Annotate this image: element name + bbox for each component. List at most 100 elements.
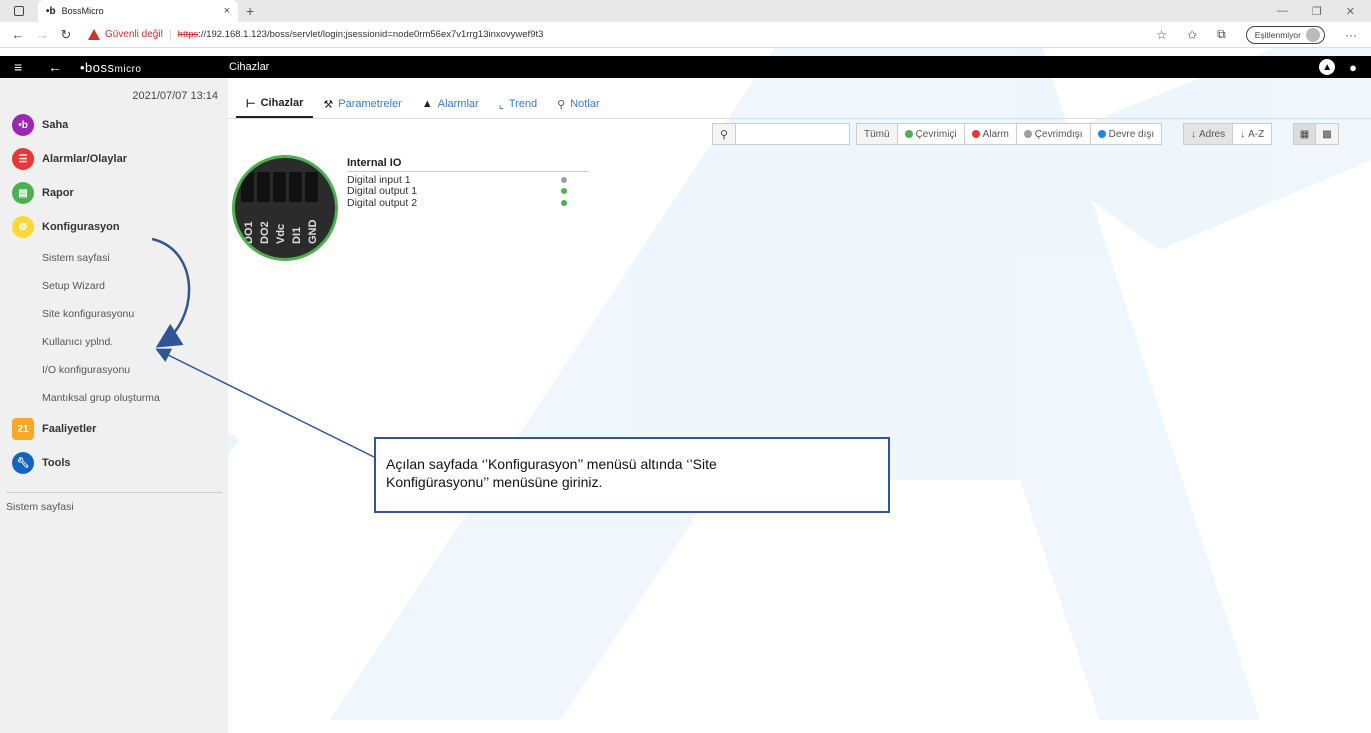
tab-trend[interactable]: ⌞ Trend [489, 90, 547, 118]
tab-label: Notlar [570, 98, 600, 110]
close-window-icon[interactable]: ✕ [1346, 5, 1355, 18]
alarm-dot-icon [971, 130, 980, 138]
sidebar-item-alarmlar[interactable]: ☰ Alarmlar/Olaylar [0, 142, 228, 176]
device-terminal-block [241, 172, 318, 202]
user-icon[interactable]: ● [1349, 60, 1357, 75]
sort-address-button[interactable]: ↓ Adres [1184, 124, 1234, 144]
terminal-pin [273, 172, 286, 202]
filter-label: Çevrimdışı [1034, 128, 1083, 140]
hamburger-icon[interactable]: ≡ [14, 59, 30, 75]
io-row[interactable]: Digital output 1 [347, 185, 589, 197]
app-header: ≡ ← •bossmicro Cihazlar ▲ ● [0, 56, 1371, 78]
minimize-icon[interactable]: — [1277, 5, 1288, 18]
filter-alarm-button[interactable]: Alarm [964, 124, 1017, 144]
notification-bell-icon[interactable]: ▲ [1319, 59, 1336, 75]
new-tab-button[interactable]: + [246, 3, 254, 19]
url-protocol[interactable]: https [178, 29, 199, 40]
search-box: ⚲ [712, 123, 850, 145]
forward-icon[interactable]: → [30, 27, 54, 42]
tab-favicon: •b [46, 5, 56, 17]
sidebar-subitem-sistem-sayfasi[interactable]: Sistem sayfasi [0, 244, 228, 272]
restore-icon[interactable]: ❐ [1312, 5, 1322, 18]
callout-line-1: Açılan sayfada ‘’Konfigurasyon’’ menüsü … [386, 456, 717, 472]
sidebar-subitem-kullanici[interactable]: Kullanıcı yplnd. [0, 328, 228, 356]
io-row[interactable]: Digital output 2 [347, 197, 589, 209]
sidebar-item-label: Saha [42, 119, 69, 131]
sidebar-datetime: 2021/07/07 13:14 [132, 90, 218, 102]
pin-label: DI1 [291, 226, 303, 244]
tab-alarmlar[interactable]: ▲ Alarmlar [412, 90, 489, 118]
sidebar-subitem-io-konfigurasyonu[interactable]: I/O konfigurasyonu [0, 356, 228, 384]
io-row[interactable]: Digital input 1 [347, 174, 589, 186]
sync-label: Eşitlenmiyor [1254, 29, 1301, 40]
brand-sub: micro [114, 63, 142, 75]
trend-icon: ⌞ [498, 98, 504, 111]
brand-name: oss [92, 59, 115, 75]
sidebar-subitem-mantiksal-grup[interactable]: Mantıksal grup oluşturma [0, 384, 228, 412]
filter-disabled-button[interactable]: Devre dışı [1090, 124, 1162, 144]
online-dot-icon [904, 130, 913, 138]
sidebar-item-faaliyetler[interactable]: 21 Faaliyetler [0, 412, 228, 446]
search-icon[interactable]: ⚲ [712, 123, 736, 145]
sync-button[interactable]: Eşitlenmiyor [1245, 25, 1325, 44]
sidebar-item-label: Rapor [42, 187, 74, 199]
device-card[interactable]: Internal IO Digital input 1 Digital outp… [347, 157, 589, 209]
bell-tab-icon: ▲ [421, 98, 433, 110]
add-favorite-icon[interactable]: ☆ [1156, 28, 1167, 42]
tab-label: Cihazlar [260, 97, 304, 109]
terminal-pin [241, 172, 254, 202]
pin-label: GND [307, 219, 319, 244]
tab-close-icon[interactable]: × [224, 5, 230, 17]
status-filter-group: Tümü Çevrimiçi Alarm Çevrimdışı Devre dı… [856, 123, 1163, 145]
tab-label: Parametreler [338, 98, 402, 110]
page-title: Cihazlar [229, 61, 270, 73]
sidebar-item-rapor[interactable]: ▤ Rapor [0, 176, 228, 210]
back-icon[interactable]: ← [6, 27, 30, 42]
search-input[interactable] [736, 123, 850, 145]
more-menu-icon[interactable]: ··· [1345, 28, 1357, 42]
window-controls: — ❐ ✕ [1277, 5, 1371, 18]
back-arrow-icon[interactable]: ← [48, 59, 62, 75]
pin-label: DO2 [259, 221, 271, 244]
tab-actions-icon[interactable] [14, 6, 24, 16]
terminal-pin [289, 172, 302, 202]
filter-label: Tümü [864, 128, 890, 140]
calendar-icon: 21 [12, 418, 34, 440]
sidebar-item-tools[interactable]: 🔧︎ Tools [0, 446, 228, 480]
tab-notlar[interactable]: ⚲ Notlar [547, 90, 609, 118]
url-text[interactable]: ://192.168.1.123/boss/servlet/login;jses… [198, 29, 543, 40]
brand-mark: •b [80, 59, 93, 75]
sort-az-button[interactable]: ↓ A-Z [1233, 124, 1272, 144]
tab-cihazlar[interactable]: ⊢ Cihazlar [236, 90, 314, 118]
tab-label: Trend [508, 98, 538, 110]
grid-large-view-icon[interactable]: ▩ [1316, 124, 1338, 144]
sidebar-item-konfigurasyon[interactable]: ⚙ Konfigurasyon [0, 210, 228, 244]
offline-dot-icon [1023, 130, 1032, 138]
brand-logo[interactable]: •bossmicro [80, 60, 141, 75]
filter-label: Alarm [982, 128, 1009, 140]
device-title[interactable]: Internal IO [347, 157, 589, 172]
device-image[interactable]: DO1 DO2 Vdc DI1 GND [232, 155, 338, 261]
sidebar: 2021/07/07 13:14 •b Saha ☰ Alarmlar/Olay… [0, 78, 228, 733]
grid-small-view-icon[interactable]: ▦ [1294, 124, 1316, 144]
address-separator: | [168, 28, 172, 41]
collections-icon[interactable]: ⧉ [1217, 27, 1226, 42]
filter-all-button[interactable]: Tümü [857, 124, 898, 144]
refresh-icon[interactable]: ↻ [54, 27, 78, 43]
tab-parametreler[interactable]: ⚒ Parametreler [313, 90, 411, 118]
warning-icon [88, 29, 100, 40]
wrench-icon: 🔧︎ [12, 452, 34, 474]
sort-alpha-icon: ↓ [1240, 128, 1246, 140]
favorites-icon[interactable]: ✩ [1187, 28, 1197, 42]
filter-offline-button[interactable]: Çevrimdışı [1016, 124, 1091, 144]
sidebar-item-saha[interactable]: •b Saha [0, 108, 228, 142]
pin-icon: ⚲ [557, 98, 566, 111]
sidebar-item-label: Faaliyetler [42, 423, 97, 435]
browser-tab[interactable]: •b BossMicro × [38, 0, 238, 22]
security-warning[interactable]: Güvenli değil [105, 29, 163, 40]
sidebar-subitem-setup-wizard[interactable]: Setup Wizard [0, 272, 228, 300]
filter-online-button[interactable]: Çevrimiçi [897, 124, 965, 144]
sidebar-footer: Sistem sayfasi [6, 501, 74, 513]
alarm-list-icon: ☰ [12, 148, 34, 170]
sidebar-subitem-site-konfigurasyonu[interactable]: Site konfigurasyonu [0, 300, 228, 328]
